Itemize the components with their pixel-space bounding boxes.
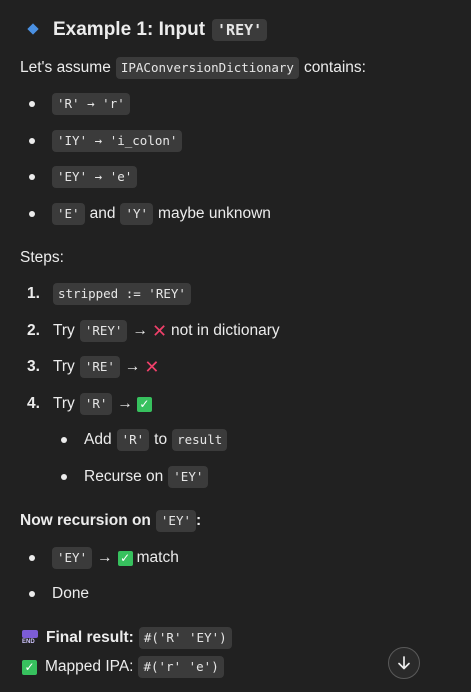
list-item: Add 'R' to result [84, 429, 232, 451]
try-text: Try [53, 395, 75, 412]
recursion-code: 'EY' [155, 510, 197, 532]
heading-input-code: 'REY' [212, 19, 268, 41]
bullet [61, 437, 67, 443]
dict-entry-code: 'R' → 'r' [52, 93, 130, 115]
mapped-label: Mapped IPA: [45, 658, 134, 675]
step-4: 4. Try 'R' → ✓ [27, 393, 156, 415]
check-icon: ✓ [22, 659, 37, 675]
steps-label: Steps: [20, 249, 64, 266]
bullet [61, 474, 67, 480]
code-ey: 'EY' [168, 466, 209, 488]
end-arrow-icon: END [22, 629, 38, 647]
list-item: Done [52, 583, 89, 605]
cross-icon: ✕ [144, 356, 160, 377]
try-text: Try [53, 358, 75, 375]
and-text: and [89, 205, 116, 222]
intro-suffix: contains: [303, 59, 366, 76]
recurse-text: Recurse on [84, 468, 164, 485]
arrow-text: → [97, 549, 113, 566]
to-text: to [154, 431, 168, 448]
list-item: 'IY' → 'i_colon' [52, 130, 183, 152]
step-code: stripped := 'REY' [53, 283, 191, 305]
add-text: Add [84, 431, 112, 448]
intro-line: Let's assume IPAConversionDictionary con… [20, 57, 366, 79]
list-item: 'EY' → 'e' [52, 166, 138, 188]
code-result: result [172, 429, 228, 451]
final-code: #('R' 'EY') [138, 627, 232, 649]
intro-prefix: Let's assume [20, 59, 111, 76]
heading-text: Example 1: Input [53, 19, 206, 40]
recursion-prefix: Now recursion on [20, 512, 151, 529]
arrow-text: → [117, 395, 133, 412]
step-code: 'R' [79, 393, 113, 415]
dict-name-code: IPAConversionDictionary [115, 57, 299, 79]
done-text: Done [52, 585, 90, 602]
step-text: not in dictionary [171, 322, 280, 339]
code-ey: 'EY' [52, 547, 93, 569]
colon: : [196, 512, 202, 529]
step-code: 'REY' [79, 320, 128, 342]
step-number: 2. [27, 322, 40, 339]
step-1: 1. stripped := 'REY' [27, 283, 191, 305]
scroll-down-button[interactable] [388, 647, 420, 679]
match-text: match [136, 549, 179, 566]
list-item: 'EY' → ✓ match [52, 547, 179, 569]
list-item: 'E' and 'Y' maybe unknown [52, 203, 276, 225]
dict-entry-code: 'EY' → 'e' [52, 166, 138, 188]
arrow-text: → [124, 358, 141, 375]
bullet [29, 174, 35, 180]
list-item: 'R' → 'r' [52, 93, 130, 115]
step-code: 'RE' [79, 356, 120, 378]
step-number: 1. [27, 285, 40, 302]
step-3: 3. Try 'RE' → ✕ [27, 356, 164, 378]
bullet [29, 555, 35, 561]
check-icon: ✓ [117, 550, 133, 566]
bullet [29, 211, 35, 217]
diamond-icon [27, 23, 39, 35]
mapped-ipa-line: ✓ Mapped IPA: #('r' 'e') [22, 656, 229, 678]
recursion-heading: Now recursion on 'EY' : [20, 510, 201, 532]
step-number: 4. [27, 395, 40, 412]
bullet [29, 101, 35, 107]
code-e: 'E' [52, 203, 85, 225]
step-number: 3. [27, 358, 40, 375]
check-icon: ✓ [136, 396, 152, 412]
arrow-down-icon [398, 656, 410, 670]
code-r: 'R' [116, 429, 150, 451]
cross-icon: ✕ [151, 320, 168, 341]
arrow-text: → [132, 322, 148, 339]
final-result-line: END Final result: #('R' 'EY') [22, 627, 237, 649]
list-item: Recurse on 'EY' [84, 466, 213, 488]
dict-entry-code: 'IY' → 'i_colon' [52, 130, 183, 152]
bullet [29, 138, 35, 144]
bullet [29, 591, 35, 597]
unknown-text: maybe unknown [158, 205, 271, 222]
try-text: Try [53, 322, 75, 339]
step-2: 2. Try 'REY' → ✕ not in dictionary [27, 320, 280, 342]
final-label: Final result: [46, 629, 134, 646]
code-y: 'Y' [120, 203, 154, 225]
mapped-code: #('r' 'e') [138, 656, 224, 678]
section-heading: Example 1: Input 'REY' [53, 16, 268, 44]
